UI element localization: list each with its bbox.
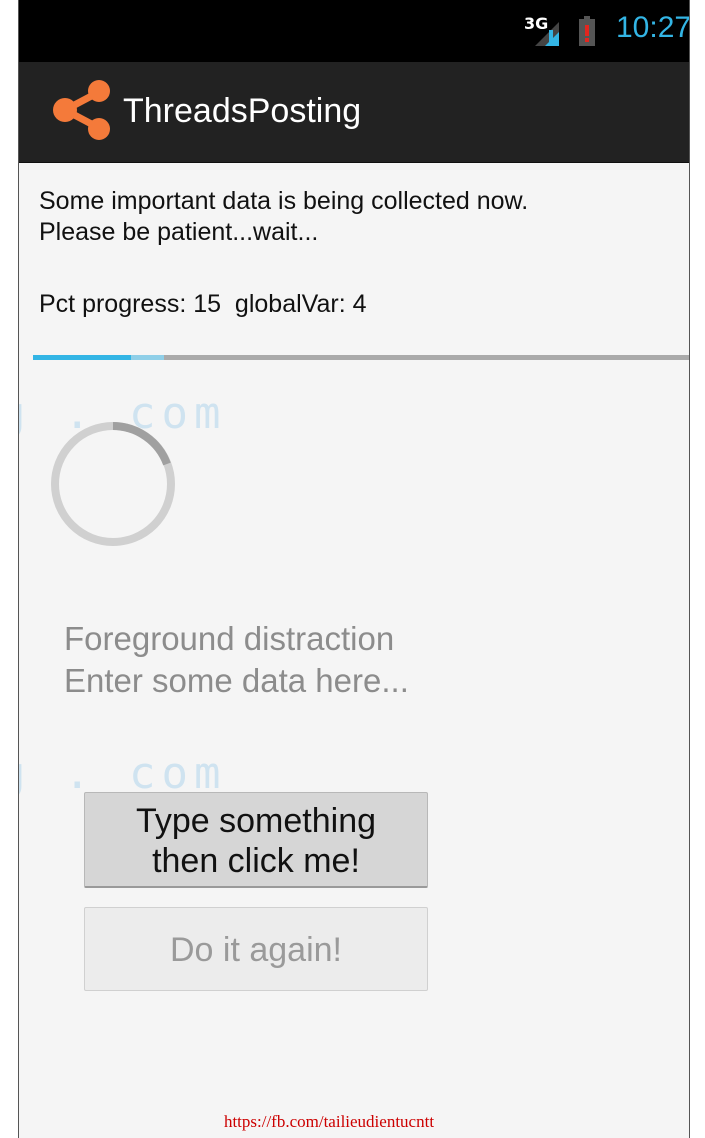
status-message: Some important data is being collected n…: [39, 186, 679, 248]
footer-link[interactable]: https://fb.com/tailieudientucntt: [19, 1112, 689, 1132]
message-line-2: Please be patient...wait...: [39, 218, 319, 246]
do-it-again-button[interactable]: Do it again!: [84, 907, 428, 991]
progress-bar-fill: [33, 355, 132, 360]
status-time: 10:27: [616, 11, 690, 44]
button-label-line-1: Type something: [135, 802, 377, 840]
distraction-edit-text[interactable]: Foreground distraction Enter some data h…: [64, 618, 409, 702]
action-bar: ThreadsPosting: [19, 62, 689, 163]
edit-text-line-1: Foreground distraction: [64, 620, 395, 657]
button-label-line-2: then click me!: [152, 842, 360, 880]
status-bar: 3G 10:27: [19, 0, 689, 62]
footer-link-text[interactable]: https://fb.com/tailieudientucntt: [224, 1112, 434, 1131]
loading-spinner-icon: [51, 422, 175, 546]
app-title: ThreadsPosting: [123, 92, 362, 130]
battery-low-icon: [579, 16, 595, 46]
message-line-1: Some important data is being collected n…: [39, 187, 529, 215]
phone-screen: 3G 10:27 ThreadsPosting Some important d…: [18, 0, 690, 1138]
signal-icon: [535, 22, 559, 46]
progress-bar: [33, 355, 689, 360]
edit-text-line-2: Enter some data here...: [64, 662, 409, 699]
progress-text: Pct progress: 15 globalVar: 4: [39, 290, 367, 318]
type-something-button[interactable]: Type something then click me!: [84, 792, 428, 888]
share-icon[interactable]: [51, 79, 111, 141]
